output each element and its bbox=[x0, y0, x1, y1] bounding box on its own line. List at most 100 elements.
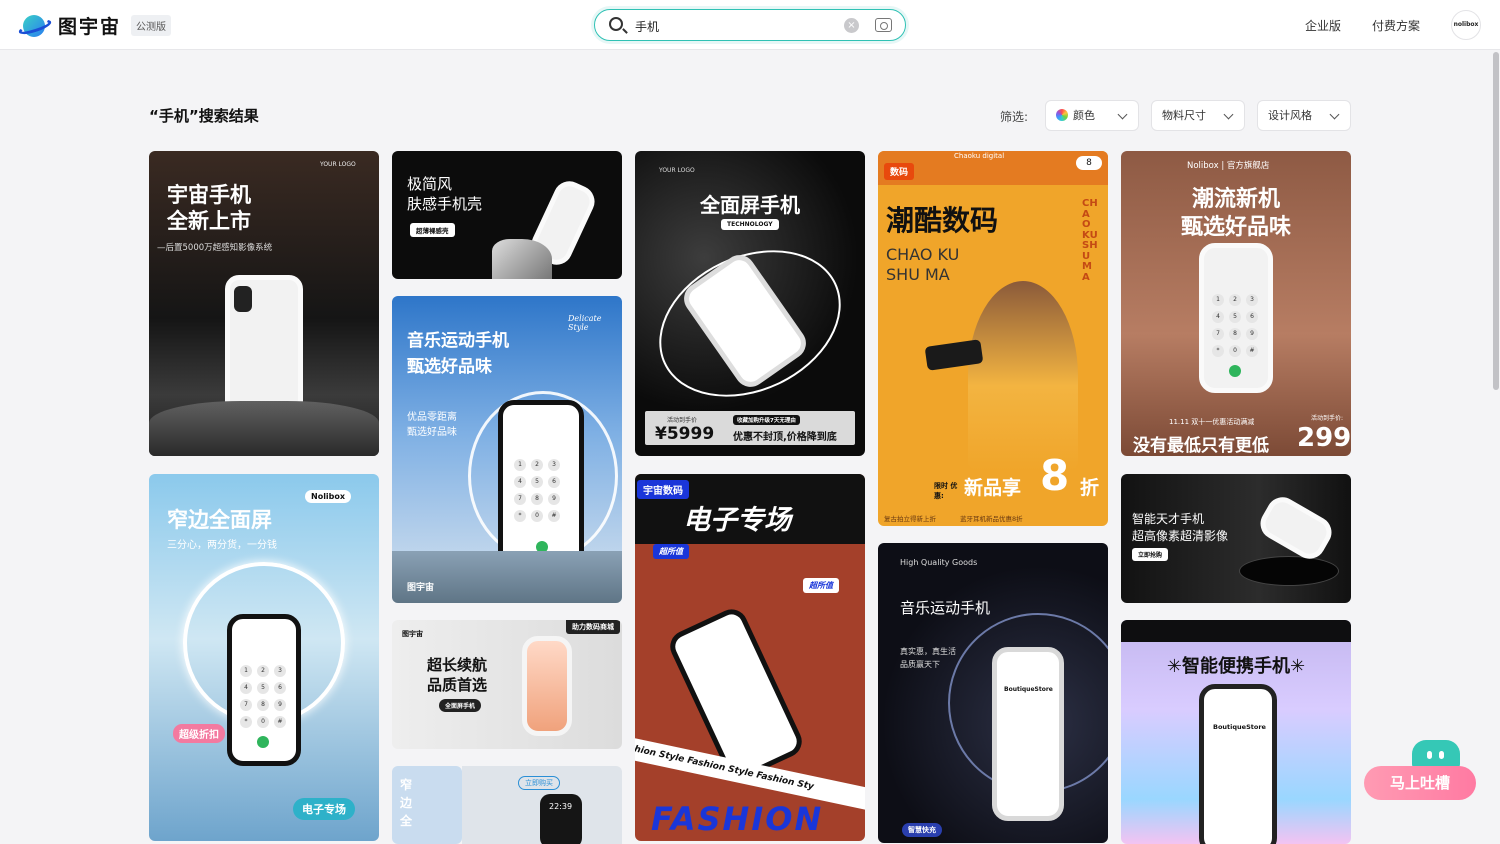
model-photo bbox=[968, 281, 1078, 471]
card-title: 电子专场 bbox=[683, 505, 791, 536]
template-card[interactable]: Chaoku digital 数码 8 潮酷数码 CHAO KU SHU MA … bbox=[878, 151, 1108, 526]
top-bar: 图宇宙 公测版 手机 × 企业版 付费方案 nolibox bbox=[0, 0, 1500, 50]
card-subtitle: 甄选好品味 bbox=[407, 427, 457, 438]
card-tag: 全面屏手机 bbox=[439, 699, 482, 712]
card-title: 超高像素超清影像 bbox=[1132, 529, 1229, 543]
cta-button[interactable]: 立即抢购 bbox=[1132, 548, 1169, 561]
brand-mark: 图宇宙 bbox=[407, 583, 435, 593]
planet-logo-icon bbox=[17, 13, 53, 39]
card-title: 品质首选 bbox=[427, 676, 488, 694]
beta-badge: 公测版 bbox=[131, 15, 172, 36]
template-card[interactable]: 立即购买 22:39 bbox=[462, 766, 622, 844]
template-card[interactable]: 窄边全 bbox=[392, 766, 462, 844]
chevron-down-icon bbox=[1117, 109, 1128, 120]
template-card[interactable]: YOUR LOGO 宇宙手机 全新上市 —后置5000万超感知影像系统 bbox=[149, 151, 379, 456]
filter-label: 筛选: bbox=[1000, 110, 1029, 124]
template-card[interactable]: 智能天才手机 超高像素超清影像 立即抢购 bbox=[1121, 474, 1351, 603]
style-filter-label: 设计风格 bbox=[1268, 109, 1312, 122]
phone-mockup: 1 2 3 4 5 6 7 8 9 * 0 # bbox=[227, 614, 301, 766]
price-panel: 活动到手价 ¥5999 收藏加购升级7天无理由 优惠不封顶,价格降到底 bbox=[645, 411, 855, 445]
template-card[interactable]: 宇宙数码 电子专场 超所值 超所值 Fashion Style Fashion … bbox=[635, 474, 865, 841]
rock bbox=[492, 239, 552, 279]
size-filter-dropdown[interactable]: 物料尺寸 bbox=[1151, 100, 1245, 131]
brand-mark: 图宇宙 bbox=[402, 630, 423, 638]
page-count-badge: 8 bbox=[1076, 156, 1102, 170]
card-tag: 智慧快充 bbox=[902, 823, 942, 837]
avatar[interactable]: nolibox bbox=[1451, 10, 1481, 40]
template-card[interactable]: High Quality Goods 音乐运动手机 真实惠，真生活 品质赢天下 … bbox=[878, 543, 1108, 843]
side-text: CHAO KU SHU MA bbox=[1082, 198, 1098, 283]
template-card[interactable]: 极简风 肤感手机壳 超薄裸感壳 bbox=[392, 151, 622, 279]
script-text: Delicate Style bbox=[568, 314, 602, 332]
card-tag: 超所值 bbox=[653, 544, 689, 559]
discount-number: 8 bbox=[1040, 451, 1070, 500]
template-card[interactable]: ✳智能便携手机✳ BoutiqueStore bbox=[1121, 620, 1351, 844]
card-title: 窄边全面屏 bbox=[167, 508, 272, 532]
card-subtitle: 真实惠，真生活 bbox=[900, 647, 956, 656]
template-card[interactable]: Nolibox 窄边全面屏 三分心，两分货，一分钱 1 2 3 4 5 6 7 8 9 * 0 # 超… bbox=[149, 474, 379, 841]
card-title: 全面屏手机 bbox=[700, 193, 800, 217]
discount-unit: 折 bbox=[1080, 477, 1100, 499]
card-subtitle: 三分心，两分货，一分钱 bbox=[167, 540, 277, 551]
card-tag: TECHNOLOGY bbox=[721, 219, 779, 230]
price: 299 bbox=[1297, 423, 1351, 453]
card-title: 智能天才手机 bbox=[1132, 512, 1205, 526]
logo-placeholder: YOUR LOGO bbox=[320, 161, 356, 168]
footer-text: 复古拍立得新上折 bbox=[884, 515, 936, 523]
feedback-button[interactable]: 马上吐槽 bbox=[1364, 766, 1476, 800]
latin-line: SHU MA bbox=[886, 265, 950, 284]
style-filter-dropdown[interactable]: 设计风格 bbox=[1257, 100, 1351, 131]
logo-placeholder: YOUR LOGO bbox=[659, 167, 695, 174]
water-base bbox=[392, 551, 622, 603]
card-title: ✳智能便携手机✳ bbox=[1166, 656, 1306, 677]
color-filter-dropdown[interactable]: 颜色 bbox=[1045, 100, 1139, 131]
vertical-title: 窄边全 bbox=[400, 778, 413, 828]
card-title: 甄选好品味 bbox=[407, 357, 492, 377]
scrollbar-thumb[interactable] bbox=[1493, 52, 1499, 390]
call-icon bbox=[257, 736, 269, 748]
price: ¥5999 bbox=[655, 424, 715, 444]
card-tag: 超薄裸感壳 bbox=[410, 223, 455, 237]
big-text: FASHION bbox=[651, 800, 824, 838]
pricing-link[interactable]: 付费方案 bbox=[1372, 17, 1420, 34]
card-title: 音乐运动手机 bbox=[407, 331, 509, 351]
slogan: 没有最低只有更低 bbox=[1133, 436, 1269, 456]
camera-icon[interactable] bbox=[875, 18, 892, 32]
card-subtitle: —后置5000万超感知影像系统 bbox=[157, 243, 273, 253]
enterprise-link[interactable]: 企业版 bbox=[1305, 17, 1341, 34]
template-card[interactable]: Delicate Style 音乐运动手机 甄选好品味 优品零距离 甄选好品味 … bbox=[392, 296, 622, 603]
marquee-text: Chaoku digital bbox=[954, 152, 1005, 160]
card-title: 音乐运动手机 bbox=[900, 599, 991, 617]
dial-keypad: 1 2 3 4 5 6 7 8 9 * 0 # bbox=[240, 665, 286, 728]
card-tag: 超所值 bbox=[803, 578, 839, 593]
chevron-down-icon bbox=[1223, 109, 1234, 120]
size-filter-label: 物料尺寸 bbox=[1162, 109, 1206, 122]
dial-keypad: 1 2 3 4 5 6 7 8 9 * 0 # bbox=[514, 459, 560, 522]
template-card[interactable]: 图宇宙 助力数码商城 超长续航 品质首选 全面屏手机 bbox=[392, 620, 622, 749]
clear-icon[interactable]: × bbox=[844, 18, 859, 33]
search-input[interactable]: 手机 bbox=[635, 18, 659, 35]
top-strip bbox=[1121, 620, 1351, 642]
card-subtitle: 优品零距离 bbox=[407, 412, 457, 423]
search-icon[interactable] bbox=[609, 17, 623, 31]
phone-mockup bbox=[522, 636, 572, 736]
search-bar[interactable]: 手机 × bbox=[594, 9, 906, 41]
card-badge: 数码 bbox=[884, 163, 915, 180]
limit-label: 限时 优惠: bbox=[934, 482, 958, 500]
template-card[interactable]: YOUR LOGO 全面屏手机 TECHNOLOGY 活动到手价 ¥5999 收… bbox=[635, 151, 865, 456]
card-title: 潮酷数码 bbox=[886, 204, 999, 237]
brand-line: Nolibox | 官方旗舰店 bbox=[1187, 161, 1270, 171]
podium bbox=[1239, 556, 1339, 586]
discount-tag: 超级折扣 bbox=[173, 724, 225, 743]
dial-keypad: 1 2 3 4 5 6 7 8 9 * 0 # bbox=[1212, 294, 1258, 357]
phone-mockup: BoutiqueStore bbox=[992, 647, 1064, 821]
card-title: 全新上市 bbox=[167, 209, 251, 233]
template-card[interactable]: Nolibox | 官方旗舰店 潮流新机 甄选好品味 1 2 3 4 5 6 7 8 9 * 0 # … bbox=[1121, 151, 1351, 456]
cta-button[interactable]: 电子专场 bbox=[293, 798, 355, 820]
store-name: BoutiqueStore bbox=[1213, 723, 1266, 731]
logo[interactable]: 图宇宙 公测版 bbox=[17, 12, 172, 39]
phone-mockup: 1 2 3 4 5 6 7 8 9 * 0 # bbox=[1199, 243, 1273, 393]
call-icon bbox=[1229, 365, 1241, 377]
card-title: 甄选好品味 bbox=[1180, 215, 1291, 240]
phone-mockup bbox=[1254, 491, 1338, 565]
